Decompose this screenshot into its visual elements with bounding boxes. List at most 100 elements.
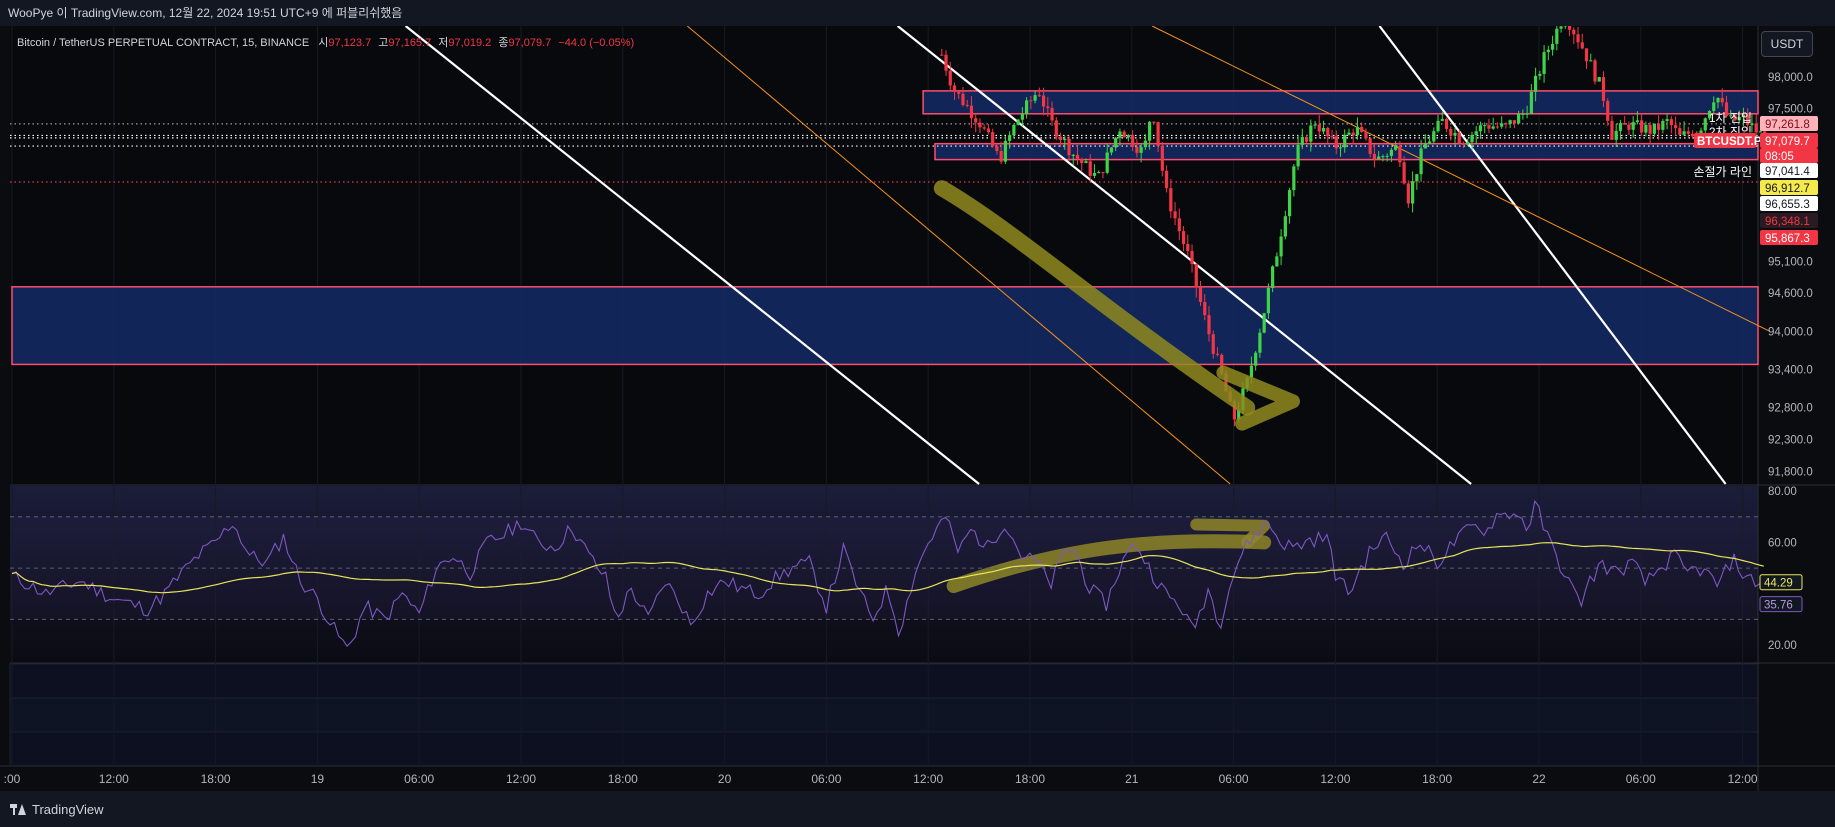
candle-body [1597, 77, 1601, 82]
price-label-text: 97,261.8 [1765, 119, 1810, 131]
candle-body [1410, 181, 1415, 204]
candle-body [1271, 266, 1275, 289]
candle-body [1211, 334, 1215, 354]
candle-body [1313, 124, 1317, 126]
candle-body [1652, 123, 1656, 134]
candle-body [1207, 315, 1211, 335]
candle-body [1190, 250, 1194, 265]
candle-body [1075, 154, 1080, 159]
candle-body [1580, 42, 1584, 49]
candle-body [1389, 149, 1393, 156]
time-tick-label: 12:00 [913, 772, 943, 786]
price-label-text: 95,867.3 [1765, 233, 1810, 245]
candle-body [1754, 123, 1758, 133]
candle-body [1665, 119, 1669, 121]
candle-body [1618, 123, 1623, 131]
candle-body [1640, 120, 1644, 133]
candle-body [1550, 43, 1555, 50]
trading-chart[interactable]: 1차 진입2차 진입손절가 라인98,000.097,500.095,100.0… [0, 26, 1835, 791]
price-label-text: 96,655.3 [1765, 199, 1810, 211]
candle-body [1249, 365, 1254, 378]
candle-body [1203, 301, 1207, 316]
annotation-text: 1차 진입 [1709, 111, 1752, 125]
candle-body [1453, 132, 1457, 136]
zone-box [922, 90, 1759, 115]
candle-body [1440, 118, 1444, 121]
candle-body [1037, 95, 1041, 97]
candle-body [1326, 127, 1330, 137]
candle-body [1033, 95, 1037, 101]
annotation-text: 손절가 라인 [1693, 165, 1752, 179]
candle-body [1470, 134, 1474, 143]
candle-body [982, 127, 986, 129]
price-label-text: 96,348.1 [1765, 216, 1810, 228]
candle-body [1436, 120, 1440, 132]
candle-body [1309, 125, 1313, 142]
candle-body [1126, 135, 1131, 138]
candle-body [1279, 236, 1283, 257]
candle-body [1194, 264, 1198, 288]
candle-body [1427, 141, 1432, 144]
tradingview-logo[interactable]: TradingView [10, 802, 104, 817]
candle-body [1046, 106, 1050, 109]
price-tick-label: 98,000.0 [1768, 72, 1813, 84]
candle-body [1466, 142, 1470, 145]
open-label: 시 [318, 37, 329, 49]
time-tick-label: 06:00 [1219, 772, 1249, 786]
price-tick-label: 91,800.0 [1768, 466, 1813, 478]
candle-body [995, 146, 999, 151]
empty-panes [9, 663, 1759, 767]
tradingview-brand: TradingView [32, 802, 104, 817]
candle-body [1678, 128, 1682, 135]
candle-body [1500, 123, 1504, 127]
candle-body [1584, 48, 1589, 62]
rsi-label-text: 44.29 [1764, 578, 1793, 590]
rsi-tick-label: 80.00 [1768, 486, 1797, 498]
candle-body [1330, 136, 1334, 138]
candle-body [1461, 143, 1466, 145]
candle-body [1521, 113, 1525, 115]
candle-body [1109, 147, 1114, 153]
candle-body [1627, 124, 1631, 130]
candle-body [1529, 91, 1533, 114]
currency-button[interactable]: USDT [1761, 31, 1813, 57]
candle-body [1487, 125, 1491, 129]
candle-body [1292, 166, 1296, 191]
candle-body [1406, 183, 1410, 204]
candle-body [1589, 60, 1593, 62]
candle-body [1355, 126, 1360, 136]
symbol-title: Bitcoin / TetherUS PERPETUAL CONTRACT, 1… [17, 37, 310, 49]
close-value: 97,079.7 [508, 37, 552, 49]
candle-body [1160, 145, 1164, 171]
candle-body [1631, 122, 1635, 130]
candle-body [1368, 138, 1372, 154]
candle-body [1474, 131, 1478, 135]
candle-body [1334, 136, 1338, 149]
price-tick-label: 93,400.0 [1768, 365, 1813, 377]
candle-body [1682, 131, 1686, 135]
candle-body [1423, 143, 1427, 149]
rsi-bands [10, 516, 1758, 620]
candle-body [1381, 156, 1385, 158]
price-label-text: 08:05 [1765, 151, 1794, 163]
candle-body [1063, 138, 1067, 141]
time-tick-label: 18:00 [201, 772, 231, 786]
candle-body [978, 122, 982, 128]
candle-body [1415, 174, 1419, 182]
time-tick-label: 06:00 [404, 772, 434, 786]
price-tick-label: 92,300.0 [1768, 434, 1813, 446]
candle-body [1296, 144, 1300, 167]
rsi-tick-label: 20.00 [1768, 640, 1797, 652]
candle-body [1084, 161, 1088, 163]
publish-title: WooPye 이 TradingView.com, 12월 22, 2024 1… [8, 6, 403, 20]
candle-body [1504, 123, 1508, 125]
candle-body [1716, 98, 1720, 103]
candle-body [1686, 131, 1690, 134]
candle-body [1050, 108, 1054, 121]
candle-body [1478, 125, 1483, 132]
candle-body [1304, 136, 1309, 142]
candle-body [1623, 123, 1627, 125]
candle-body [1610, 120, 1614, 140]
rsi-label-text: 35.76 [1764, 600, 1793, 612]
candle-body [1372, 153, 1377, 160]
